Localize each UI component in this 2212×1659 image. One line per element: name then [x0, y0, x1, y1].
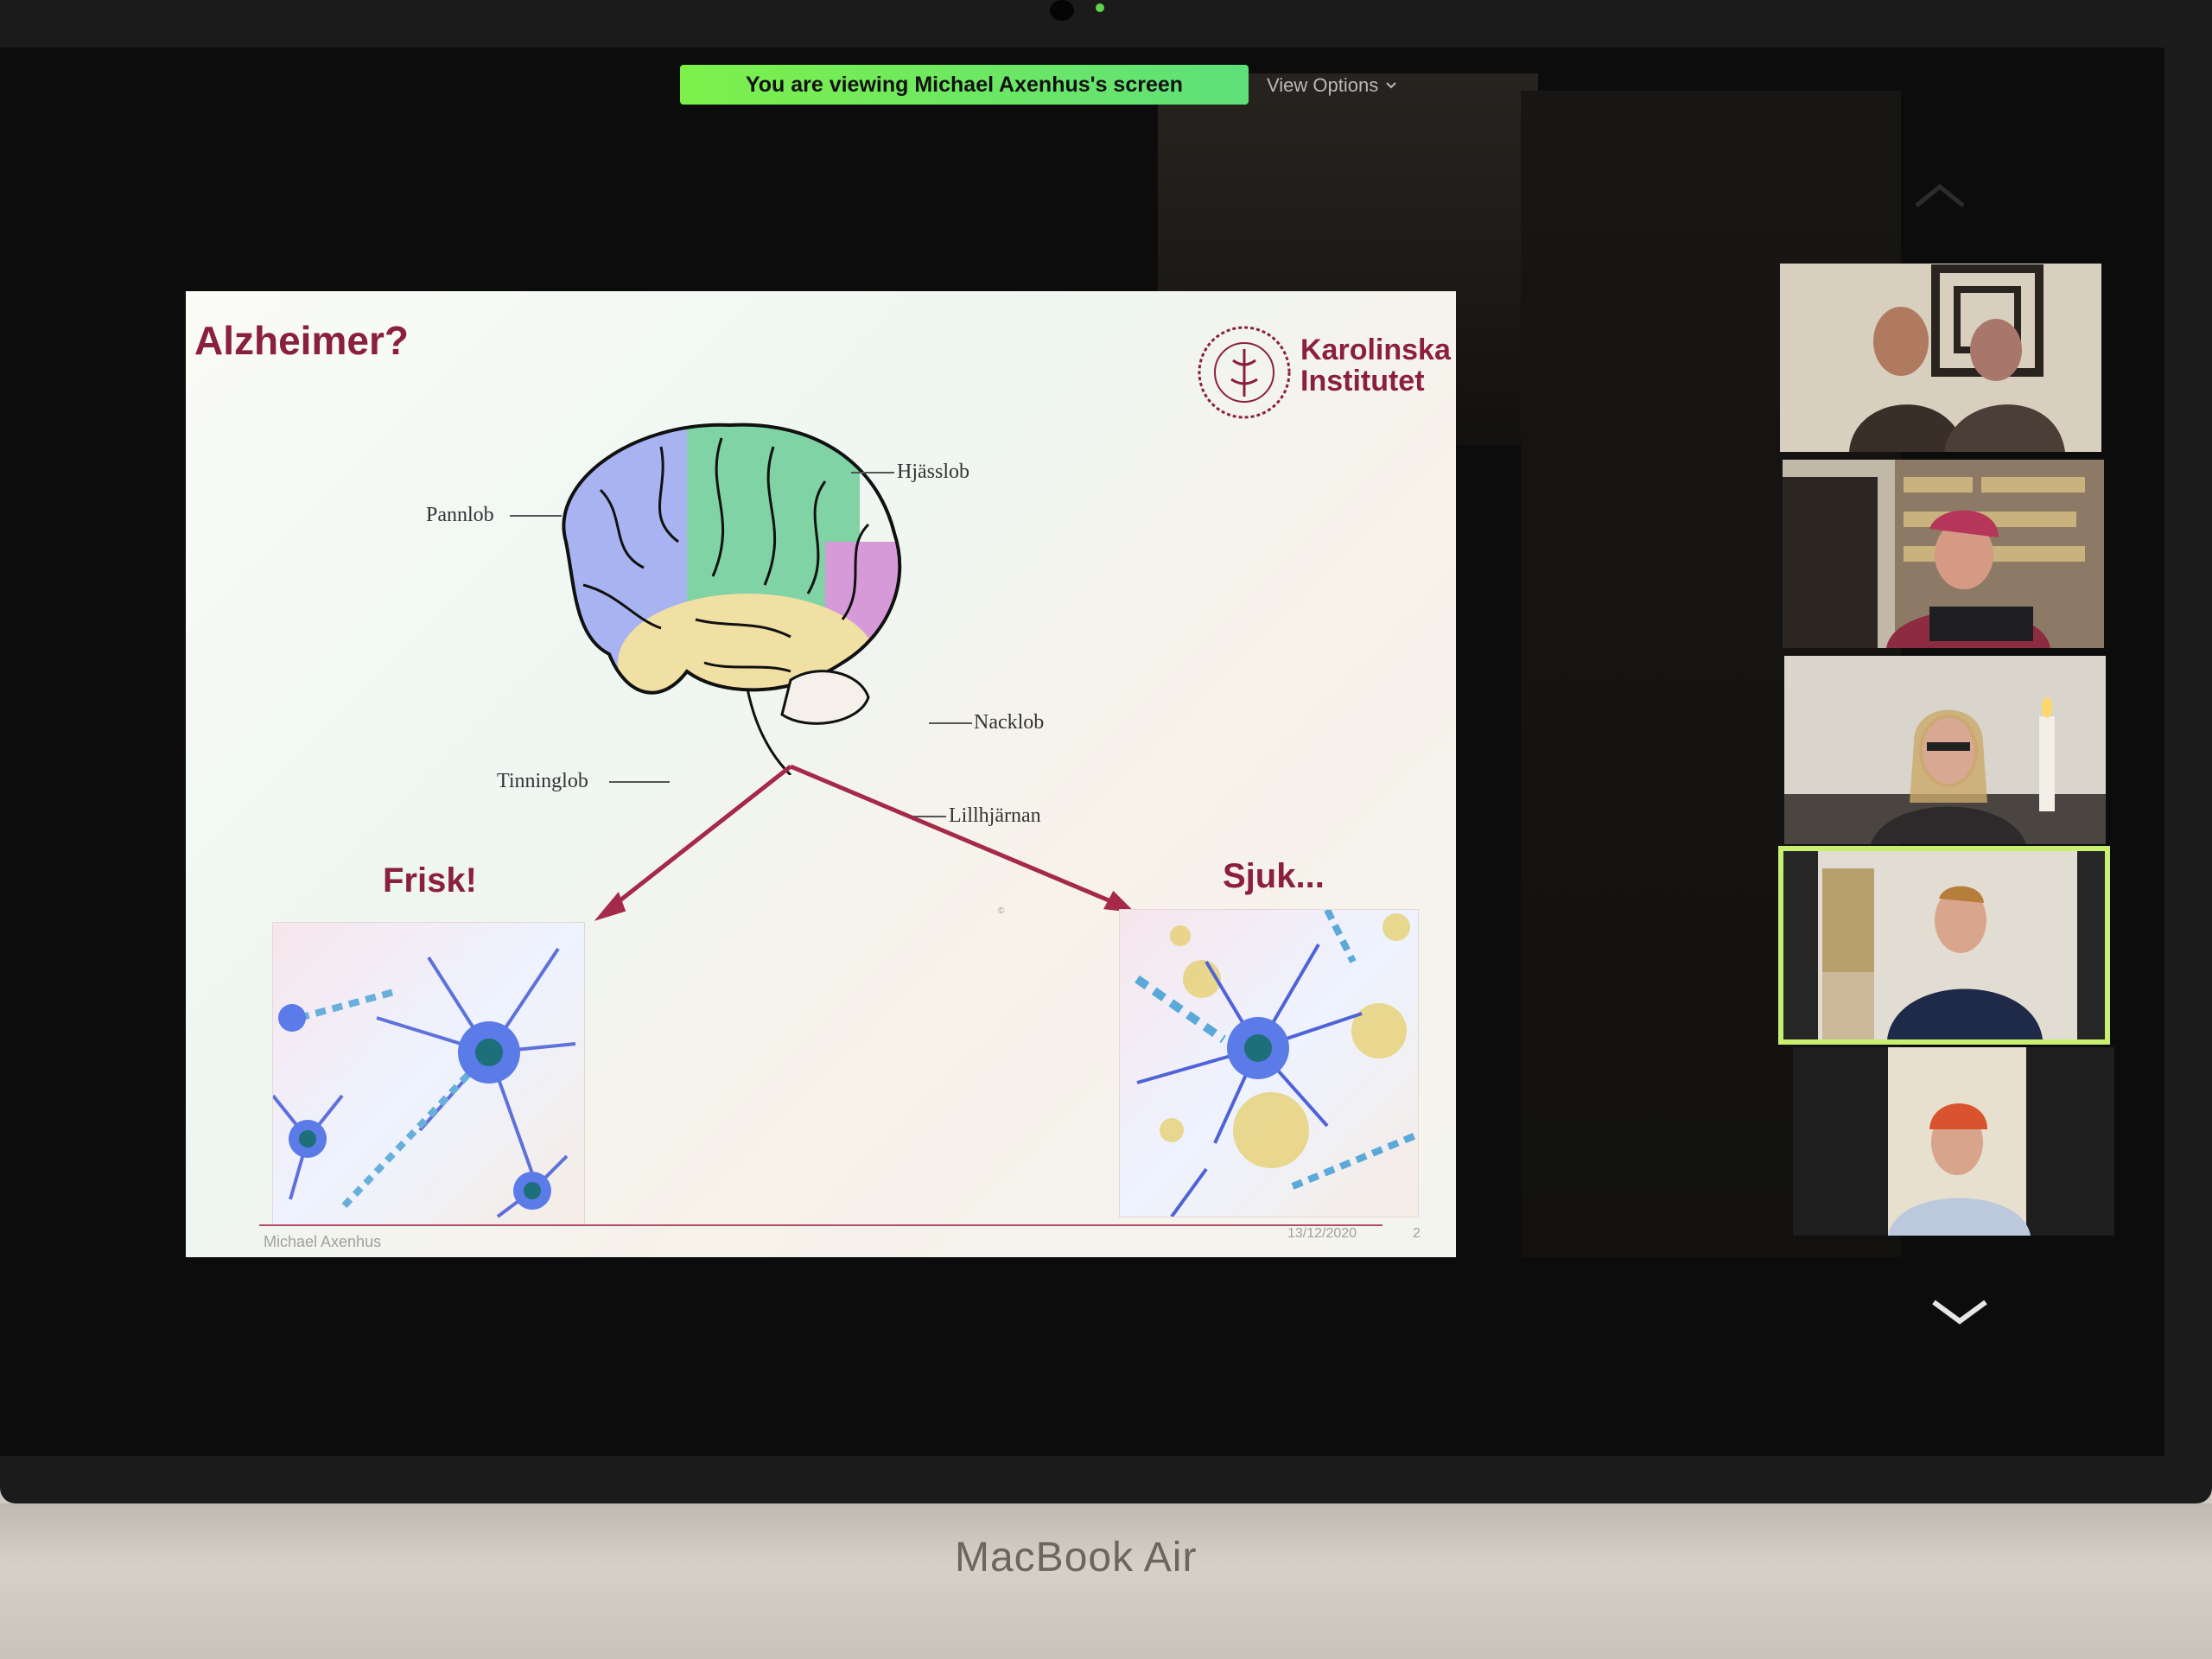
sick-label: Sjuk...	[1223, 857, 1325, 895]
lobe-label-top: Hjässlob	[897, 461, 969, 483]
healthy-neuron-panel	[272, 922, 585, 1226]
sick-neuron-panel	[1119, 909, 1419, 1217]
participant-video	[1784, 656, 2106, 844]
shared-slide: Alzheimer? Karolinska Institutet Hjässlo…	[186, 291, 1456, 1257]
laptop-bezel: You are viewing Michael Axenhus's screen…	[0, 0, 2212, 1503]
participant-video	[1783, 460, 2104, 648]
laptop-brand-label: MacBook Air	[955, 1535, 1198, 1580]
participant-tile-active-speaker[interactable]	[1778, 846, 2110, 1045]
healthy-neuron-illustration	[273, 947, 576, 1218]
participant-tile[interactable]	[1780, 264, 2101, 452]
chevron-down-icon	[1386, 82, 1396, 89]
slide-footer-date: 13/12/2020	[1287, 1226, 1357, 1241]
view-options-label: View Options	[1267, 74, 1379, 96]
healthy-label: Frisk!	[383, 861, 477, 899]
zoom-meeting-window: You are viewing Michael Axenhus's screen…	[0, 48, 2164, 1456]
sick-neuron-illustration	[1135, 910, 1418, 1217]
slide-footer-page: 2	[1413, 1226, 1421, 1241]
slide-footer-author: Michael Axenhus	[264, 1233, 382, 1250]
participant-tile[interactable]	[1793, 1047, 2114, 1236]
lobe-label-front: Pannlob	[426, 504, 494, 526]
participant-video	[1780, 264, 2101, 452]
gallery-scroll-up-button[interactable]	[1910, 177, 1970, 220]
webcam	[1050, 0, 1074, 21]
participant-video	[1793, 1047, 2114, 1236]
chevron-up-icon	[1915, 183, 1965, 207]
chevron-down-icon	[1932, 1300, 1987, 1325]
participant-video	[1783, 851, 2105, 1039]
screen-share-banner-text: You are viewing Michael Axenhus's screen	[745, 72, 1184, 97]
participant-tile[interactable]	[1783, 460, 2104, 648]
view-options-button[interactable]: View Options	[1267, 70, 1397, 101]
gallery-scroll-down-button[interactable]	[1927, 1294, 1993, 1338]
laptop-base	[0, 1503, 2212, 1659]
screen-share-banner: You are viewing Michael Axenhus's screen	[680, 65, 1249, 105]
participant-tile[interactable]	[1784, 656, 2106, 844]
webcam-indicator	[1096, 3, 1104, 12]
slide-footer-divider	[259, 1224, 1382, 1226]
lobe-label-back: Nacklob	[974, 711, 1045, 734]
image-credit: ©	[998, 906, 1005, 916]
lobe-label-temporal: Tinninglob	[497, 770, 588, 792]
lobe-label-cerebellum: Lillhjärnan	[949, 804, 1041, 827]
